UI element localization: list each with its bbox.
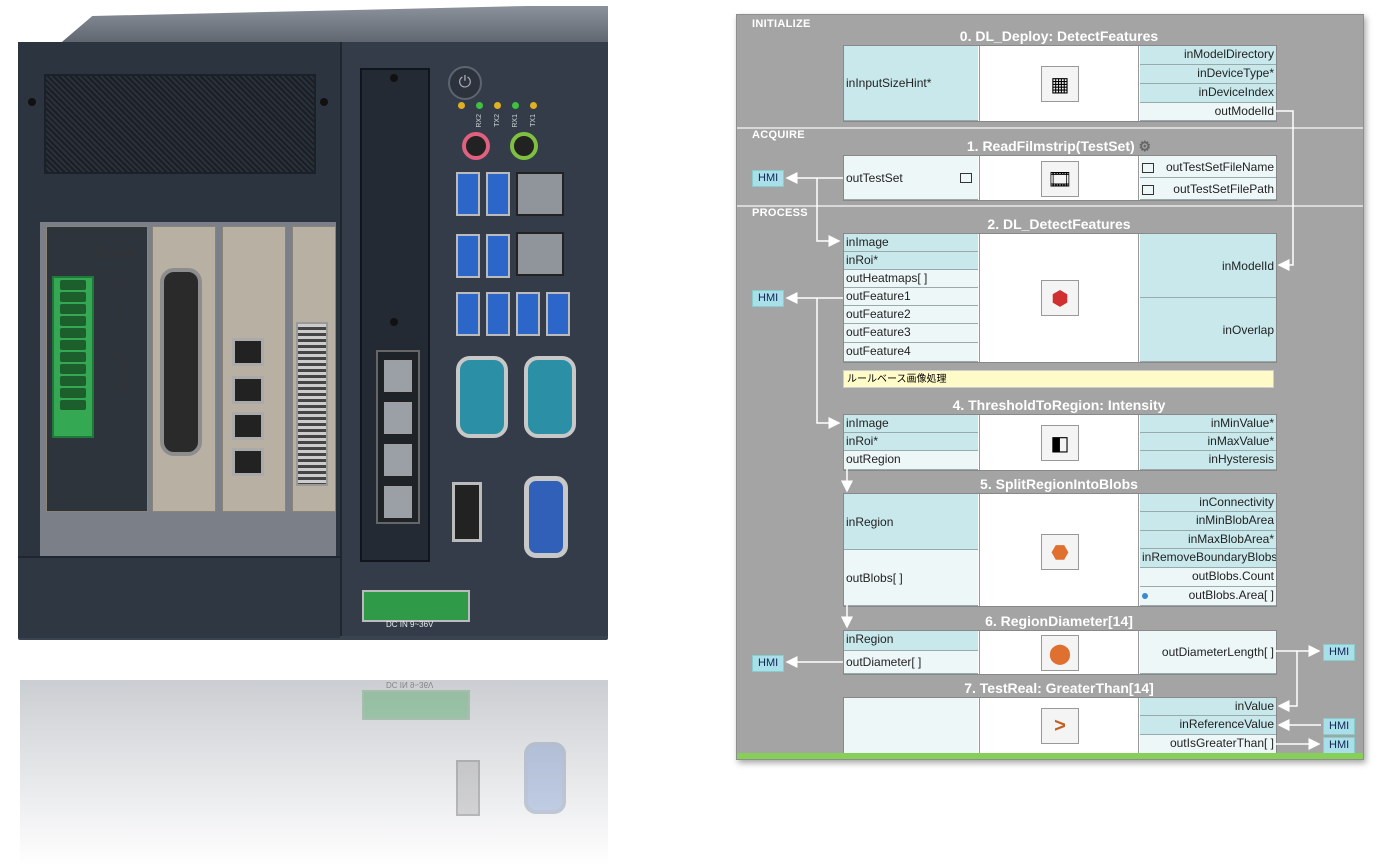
screw (28, 98, 36, 106)
usb-port (486, 292, 510, 336)
led-label: TX1 (530, 114, 537, 127)
usb-port (456, 172, 480, 216)
trigger-label: TRIGGER (94, 250, 134, 259)
mini-displayport (232, 448, 264, 476)
led-indicator (494, 102, 501, 109)
progress-bar (737, 753, 1363, 759)
industrial-pc-photo: TRIGGER 1 2 3 4 5 6 7 8 9 10 11 12 ⏻ RX2… (0, 0, 640, 866)
led-label: TX2 (494, 114, 501, 127)
mini-displayport (232, 412, 264, 440)
screw (320, 98, 328, 106)
chassis-bottom (18, 556, 340, 638)
wire-model-id (1275, 110, 1294, 271)
led-label: RX1 (512, 114, 519, 128)
program-editor: INITIALIZE ACQUIRE PROCESS 0. DL_Deploy:… (736, 14, 1364, 760)
terminal-numbers: 1 2 3 4 5 6 7 8 9 10 11 12 (118, 278, 127, 391)
led-indicator (476, 102, 483, 109)
reflection-dc-connector (362, 690, 470, 720)
screw (390, 74, 398, 82)
usb-port (516, 292, 540, 336)
reflection-dc-label: DC IN 9~36V (386, 680, 434, 689)
dc-in-label: DC IN 9~36V (386, 620, 434, 629)
terminal-block (52, 276, 94, 438)
usb-port (546, 292, 570, 336)
led-indicator (530, 102, 537, 109)
reflection (20, 680, 608, 866)
power-icon: ⏻ (448, 66, 482, 100)
led-indicator (458, 102, 465, 109)
dc-power-connector (362, 590, 470, 622)
wire-image (816, 298, 841, 429)
vent-grille (44, 74, 316, 174)
line-out-jack (510, 132, 538, 160)
ethernet-port-stack (376, 350, 420, 524)
usb-port (486, 172, 510, 216)
serial-port (456, 356, 508, 438)
usb-port (456, 234, 480, 278)
serial-port (524, 356, 576, 438)
dsub-connector (160, 268, 202, 456)
screw (390, 318, 398, 326)
led-indicator (512, 102, 519, 109)
mini-displayport (232, 338, 264, 366)
wire-value (1277, 651, 1298, 712)
mini-displayport (232, 376, 264, 404)
hdmi-port (452, 482, 482, 542)
reflection-hdmi-port (456, 760, 480, 816)
led-label: RX2 (476, 114, 483, 128)
connection-wires (785, 110, 1321, 750)
lan-port (516, 172, 564, 216)
lan-port (516, 232, 564, 276)
usb-port (456, 292, 480, 336)
usb-port (486, 234, 510, 278)
mic-jack (462, 132, 490, 160)
reflection-vga-port (524, 742, 566, 814)
wire-image (816, 178, 841, 247)
vga-port (524, 476, 568, 558)
chassis-top (57, 6, 608, 46)
card-grille (296, 322, 328, 486)
